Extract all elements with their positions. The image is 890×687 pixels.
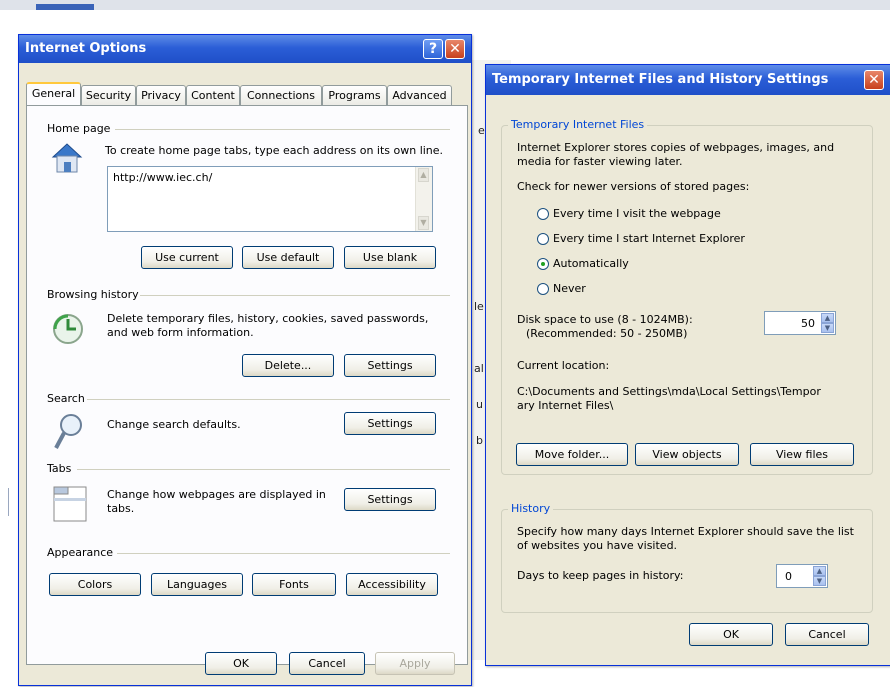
- tabs-icon: [53, 486, 87, 522]
- fonts-button[interactable]: Fonts: [252, 573, 336, 596]
- history-days-spinner[interactable]: 0 ▲ ▼: [776, 564, 828, 588]
- help-button[interactable]: ?: [423, 39, 443, 59]
- option-every-visit-label: Every time I visit the webpage: [553, 207, 721, 220]
- background-top-bar: [0, 0, 890, 10]
- languages-button[interactable]: Languages: [151, 573, 243, 596]
- general-tab-panel: Home page To create home page tabs, type…: [26, 105, 468, 665]
- ok-button[interactable]: OK: [205, 652, 277, 675]
- home-page-url-value: http://www.iec.ch/: [113, 171, 213, 184]
- colors-button[interactable]: Colors: [49, 573, 141, 596]
- option-automatically-label: Automatically: [553, 257, 629, 270]
- browsing-history-label: Browsing history: [47, 288, 139, 301]
- background-edge: [8, 488, 9, 516]
- tabs-label: Tabs: [47, 462, 72, 475]
- window-title: Internet Options: [25, 41, 147, 56]
- section-divider: [115, 129, 450, 130]
- radio-never[interactable]: [537, 283, 549, 295]
- current-location-label: Current location:: [517, 359, 610, 372]
- section-divider: [87, 399, 450, 400]
- delete-button[interactable]: Delete...: [242, 354, 334, 377]
- spin-up-icon[interactable]: ▲: [821, 313, 834, 323]
- history-icon: [53, 314, 83, 344]
- apply-button[interactable]: Apply: [375, 652, 455, 675]
- browsing-history-description: Delete temporary files, history, cookies…: [107, 312, 429, 339]
- option-every-start-label: Every time I start Internet Explorer: [553, 232, 745, 245]
- temporary-files-description: Internet Explorer stores copies of webpa…: [517, 141, 835, 168]
- disk-space-value: 50: [801, 317, 815, 330]
- temporary-files-group: [501, 125, 873, 475]
- home-page-url-field[interactable]: http://www.iec.ch/ ▲ ▼: [107, 166, 433, 232]
- use-current-button[interactable]: Use current: [141, 246, 233, 269]
- tabs-description: Change how webpages are displayed in tab…: [107, 488, 326, 515]
- dialog-cancel-button[interactable]: Cancel: [785, 623, 869, 646]
- radio-automatically[interactable]: [537, 258, 549, 270]
- home-page-label: Home page: [47, 122, 111, 135]
- disk-space-label: Disk space to use (8 - 1024MB):: [517, 313, 693, 326]
- dialog-title: Temporary Internet Files and History Set…: [492, 72, 829, 87]
- tab-security[interactable]: Security: [81, 85, 136, 105]
- spin-up-icon[interactable]: ▲: [813, 566, 826, 576]
- home-page-description: To create home page tabs, type each addr…: [105, 144, 444, 157]
- internet-options-window: Internet Options ? ✕ General Security Pr…: [18, 34, 472, 686]
- section-divider: [140, 295, 450, 296]
- search-description: Change search defaults.: [107, 418, 241, 431]
- accessibility-button[interactable]: Accessibility: [346, 573, 438, 596]
- close-button[interactable]: ✕: [445, 39, 465, 59]
- scroll-up-icon[interactable]: ▲: [418, 168, 429, 182]
- view-objects-button[interactable]: View objects: [635, 443, 739, 466]
- tab-general[interactable]: General: [26, 82, 81, 106]
- temporary-files-label: Temporary Internet Files: [508, 118, 648, 131]
- tab-privacy[interactable]: Privacy: [136, 85, 186, 105]
- history-days-value: 0: [785, 570, 792, 583]
- browsing-history-settings-button[interactable]: Settings: [344, 354, 436, 377]
- tab-connections[interactable]: Connections: [240, 85, 322, 105]
- background-text-fragment: b: [476, 434, 483, 447]
- tabs-settings-button[interactable]: Settings: [344, 488, 436, 511]
- url-field-scrollbar[interactable]: ▲ ▼: [415, 167, 432, 231]
- radio-every-start[interactable]: [537, 233, 549, 245]
- search-label: Search: [47, 392, 85, 405]
- disk-space-recommended: (Recommended: 50 - 250MB): [526, 327, 688, 340]
- spin-down-icon[interactable]: ▼: [813, 576, 826, 586]
- move-folder-button[interactable]: Move folder...: [516, 443, 628, 466]
- section-divider: [77, 469, 450, 470]
- history-description: Specify how many days Internet Explorer …: [517, 525, 854, 552]
- cancel-button[interactable]: Cancel: [289, 652, 365, 675]
- tab-programs[interactable]: Programs: [322, 85, 387, 105]
- section-divider: [117, 553, 450, 554]
- tif-dialog-titlebar: Temporary Internet Files and History Set…: [486, 65, 890, 95]
- search-icon: [54, 414, 82, 449]
- use-blank-button[interactable]: Use blank: [344, 246, 436, 269]
- scroll-down-icon[interactable]: ▼: [418, 216, 429, 230]
- check-newer-label: Check for newer versions of stored pages…: [517, 180, 750, 193]
- background-text-fragment: al: [474, 362, 484, 375]
- current-location-path: C:\Documents and Settings\mda\Local Sett…: [517, 385, 821, 412]
- background-text-fragment: le: [474, 300, 484, 313]
- background-taskbar-item: [36, 4, 94, 10]
- radio-every-visit[interactable]: [537, 208, 549, 220]
- tab-advanced[interactable]: Advanced: [387, 85, 452, 105]
- dialog-ok-button[interactable]: OK: [689, 623, 773, 646]
- spin-down-icon[interactable]: ▼: [821, 323, 834, 333]
- option-never-label: Never: [553, 282, 586, 295]
- dialog-close-button[interactable]: ✕: [864, 70, 884, 90]
- internet-options-titlebar: Internet Options ? ✕: [19, 35, 471, 63]
- search-settings-button[interactable]: Settings: [344, 412, 436, 435]
- disk-space-spinner[interactable]: 50 ▲ ▼: [764, 311, 836, 335]
- tab-content[interactable]: Content: [186, 85, 240, 105]
- view-files-button[interactable]: View files: [750, 443, 854, 466]
- history-label: History: [508, 502, 554, 515]
- background-text-fragment: u: [476, 398, 483, 411]
- home-icon: [51, 143, 83, 173]
- tif-settings-dialog: Temporary Internet Files and History Set…: [485, 64, 890, 666]
- use-default-button[interactable]: Use default: [242, 246, 334, 269]
- history-days-label: Days to keep pages in history:: [517, 569, 684, 582]
- appearance-label: Appearance: [47, 546, 114, 559]
